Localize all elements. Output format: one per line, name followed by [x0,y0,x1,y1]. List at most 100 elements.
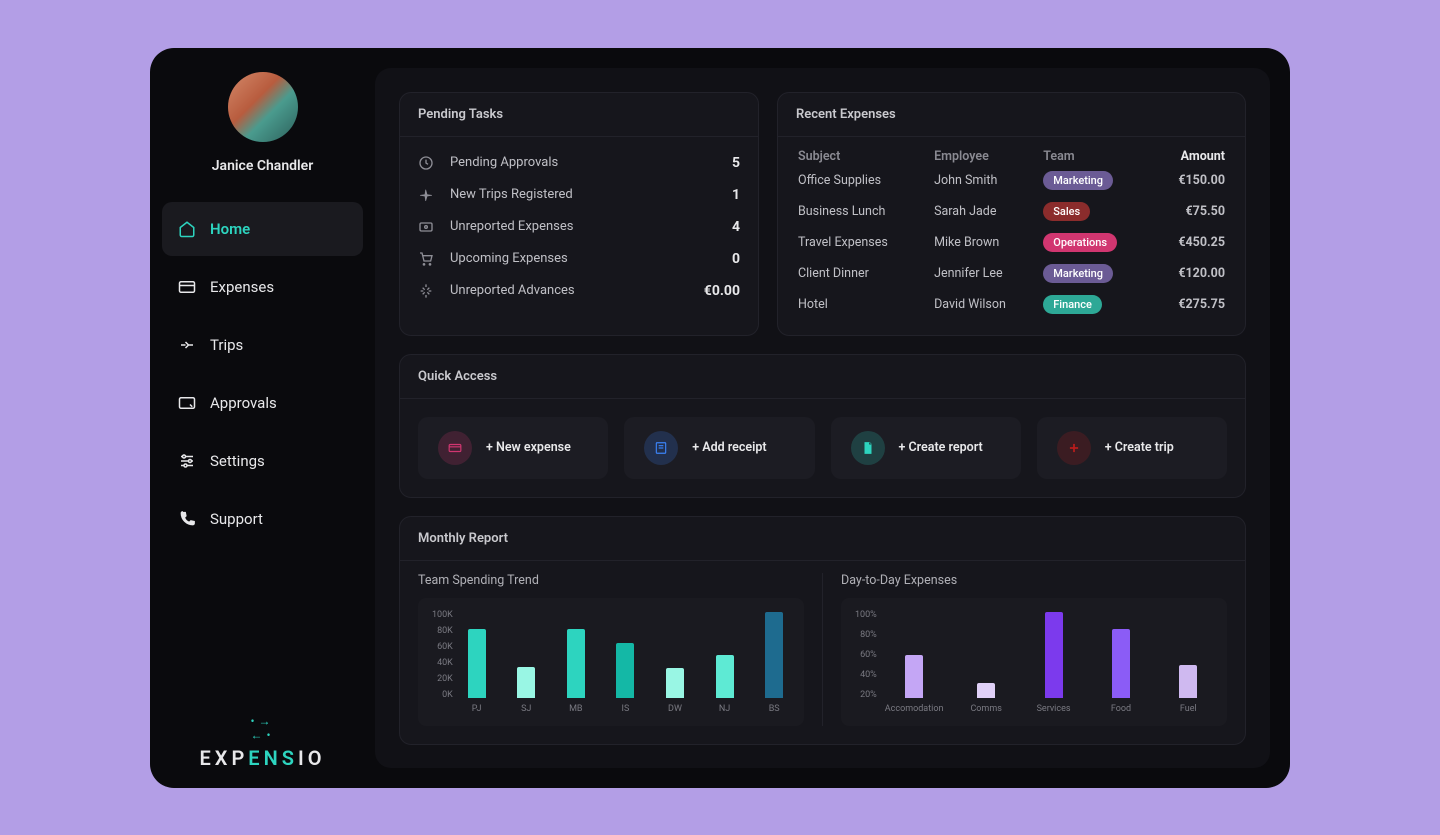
bar-label: SJ [521,704,531,714]
bar[interactable] [666,668,684,698]
team-badge: Operations [1043,233,1117,252]
cell-amount: €75.50 [1155,197,1225,226]
cell-amount: €275.75 [1155,290,1225,319]
card-icon [178,278,196,296]
quick-action-button[interactable]: + New expense [418,417,608,479]
profile-block: Janice Chandler [162,72,363,174]
nav-trips[interactable]: Trips [162,318,363,372]
bar-label: DW [668,704,682,714]
task-label: New Trips Registered [450,187,718,202]
pending-task-row[interactable]: Unreported Advances €0.00 [418,275,740,307]
cell-employee: Mike Brown [934,228,1041,257]
table-row[interactable]: Office SuppliesJohn SmithMarketing€150.0… [798,166,1225,195]
cell-employee: David Wilson [934,290,1041,319]
bar-col: Accomodation [885,655,944,714]
bar[interactable] [1112,629,1130,698]
task-value: 5 [732,155,740,171]
task-value: 4 [732,219,740,235]
table-row[interactable]: HotelDavid WilsonFinance€275.75 [798,290,1225,319]
bar-label: NJ [719,704,730,714]
card-title: Quick Access [400,355,1245,399]
avatar[interactable] [228,72,298,142]
team-badge: Marketing [1043,171,1113,190]
nav-label: Support [210,510,263,528]
chart-team-spending: Team Spending Trend 100K80K60K40K20K0KPJ… [418,573,804,726]
quick-action-label: + Create report [899,440,983,455]
bar-col: Food [1096,629,1145,714]
bar[interactable] [616,643,634,698]
task-value: €0.00 [704,283,740,299]
task-icon [418,187,436,203]
task-label: Upcoming Expenses [450,251,718,266]
bar[interactable] [905,655,923,698]
nav-settings[interactable]: Settings [162,434,363,488]
ytick: 40K [432,658,453,668]
cell-subject: Business Lunch [798,197,932,226]
bar-col: Services [1029,612,1078,714]
task-label: Unreported Advances [450,283,690,298]
cell-amount: €120.00 [1155,259,1225,288]
pending-tasks-card: Pending Tasks Pending Approvals5New Trip… [399,92,759,336]
brand-name: EXPENSIO [162,746,363,770]
ytick: 60K [432,642,453,652]
cell-employee: Jennifer Lee [934,259,1041,288]
cell-subject: Office Supplies [798,166,932,195]
task-icon [418,283,436,299]
nav-home[interactable]: Home [162,202,363,256]
quick-action-label: + New expense [486,440,571,455]
quick-action-button[interactable]: + Create trip [1037,417,1227,479]
plus-icon [1057,431,1091,465]
chart-title: Day-to-Day Expenses [841,573,1227,588]
ytick: 100% [855,610,877,620]
task-label: Pending Approvals [450,155,718,170]
bar-label: IS [622,704,630,714]
nav-approvals[interactable]: Approvals [162,376,363,430]
bar-label: BS [769,704,780,714]
nav-expenses[interactable]: Expenses [162,260,363,314]
phone-icon [178,510,196,528]
task-value: 1 [732,187,740,203]
brand: •→←• EXPENSIO [162,714,363,770]
task-icon [418,155,436,171]
bar[interactable] [517,667,535,698]
bar[interactable] [1045,612,1063,698]
card-title: Monthly Report [400,517,1245,561]
ytick: 40% [855,670,877,680]
doc-icon [851,431,885,465]
table-row[interactable]: Business LunchSarah JadeSales€75.50 [798,197,1225,226]
table-row[interactable]: Travel ExpensesMike BrownOperations€450.… [798,228,1225,257]
bar[interactable] [1179,665,1197,698]
nav-support[interactable]: Support [162,492,363,546]
nav-label: Approvals [210,394,277,412]
sidebar: Janice Chandler Home Expenses Trips Appr… [150,48,375,788]
bar[interactable] [468,629,486,698]
cell-team: Finance [1043,290,1153,319]
bar[interactable] [765,612,783,698]
monthly-report-card: Monthly Report Team Spending Trend 100K8… [399,516,1246,745]
cell-subject: Hotel [798,290,932,319]
nav-label: Settings [210,452,265,470]
table-row[interactable]: Client DinnerJennifer LeeMarketing€120.0… [798,259,1225,288]
pending-task-row[interactable]: Unreported Expenses4 [418,211,740,243]
pending-task-row[interactable]: Pending Approvals 5 [418,147,740,179]
pending-task-row[interactable]: Upcoming Expenses 0 [418,243,740,275]
quick-action-button[interactable]: + Add receipt [624,417,814,479]
pending-task-row[interactable]: New Trips Registered 1 [418,179,740,211]
team-badge: Marketing [1043,264,1113,283]
quick-action-button[interactable]: + Create report [831,417,1021,479]
col-employee: Employee [934,149,1041,164]
bar[interactable] [977,683,995,698]
bar-label: MB [569,704,582,714]
col-amount: Amount [1155,149,1225,164]
bar[interactable] [716,655,734,698]
team-badge: Sales [1043,202,1090,221]
trips-icon [178,336,196,354]
cell-team: Sales [1043,197,1153,226]
chart-day-to-day: Day-to-Day Expenses 100%80%60%40%20%Acco… [822,573,1227,726]
task-value: 0 [732,251,740,267]
bar-col: SJ [510,667,542,714]
bar-col: NJ [709,655,741,714]
ytick: 20K [432,674,453,684]
bar-col: PJ [461,629,493,714]
bar[interactable] [567,629,585,698]
